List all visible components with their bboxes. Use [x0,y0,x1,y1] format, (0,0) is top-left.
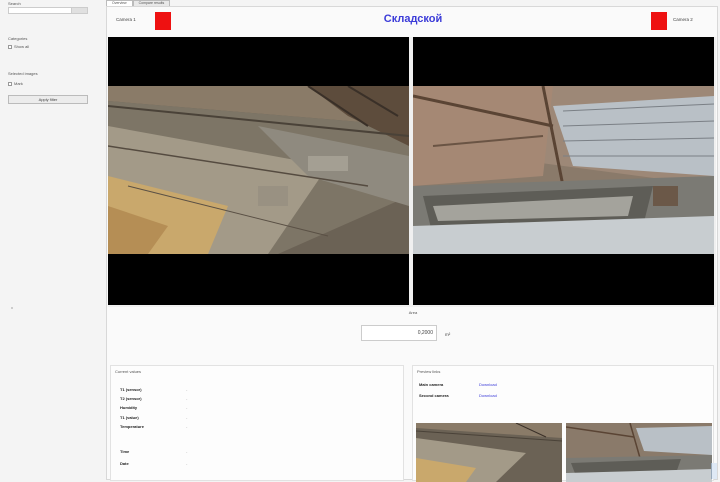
divider-dot [11,307,13,309]
right-camera-label: Camera 2 [673,17,693,22]
panel-title: Current values [115,369,142,374]
row-value: - [186,396,188,401]
show-all-checkbox[interactable]: Show all [8,44,29,49]
row-key: Humidity [120,405,138,410]
row-value: - [186,424,188,429]
selected-images-title: Selected images [8,71,38,76]
measure-unit: m² [445,332,451,337]
preview-panel: Preview links Main camera Download Secon… [412,365,714,482]
measure-label: Area [408,310,418,315]
right-status-indicator[interactable] [651,12,667,30]
row-value: - [186,405,188,410]
left-thumbnail[interactable] [416,423,562,482]
measure-value-field[interactable]: 0,2000 [361,325,437,341]
row-key: T1 (sensor) [120,387,142,392]
search-label: Search [8,1,21,6]
row-key: Second camera [419,393,449,398]
row-key: Date [120,461,129,466]
image-viewer [108,37,716,307]
viewer-header: Camera 1 Складской Camera 2 [107,7,719,35]
scrollbar-corner[interactable] [711,463,717,479]
left-camera-frame[interactable] [108,37,409,305]
left-camera-image [108,86,409,254]
right-thumbnail[interactable] [566,423,712,482]
page-title: Складской [383,13,443,25]
download-link[interactable]: Download [479,393,497,398]
row-key: Temperature [120,424,144,429]
search-button[interactable] [71,8,87,13]
right-camera-frame[interactable] [413,37,714,305]
row-value: - [186,449,188,454]
checkbox-label: Mark [14,81,23,86]
search-input[interactable] [8,7,88,14]
row-value: - [186,415,188,420]
checkbox-label: Show all [14,44,30,49]
right-camera-image [413,86,714,254]
sidebar: Search Categories Show all Selected imag… [0,0,100,480]
current-values-panel: Current values T1 (sensor) - T2 (sensor)… [110,365,404,481]
row-key: Time [120,449,130,454]
checkbox-box[interactable] [8,81,12,86]
row-key: Main camera [419,382,444,387]
row-value: - [186,387,188,392]
categories-title: Categories [8,36,28,41]
apply-filter-button[interactable]: Apply filter [8,95,88,104]
mark-checkbox[interactable]: Mark [8,81,23,86]
row-key: T2 (sensor) [120,396,142,401]
main-panel: Camera 1 Складской Camera 2 Area 0,2000 … [106,6,719,482]
download-link[interactable]: Download [479,382,497,387]
checkbox-box[interactable] [8,44,12,49]
panel-title: Preview links [417,369,441,374]
row-key: T1 (value) [120,415,139,420]
row-value: - [186,461,188,466]
